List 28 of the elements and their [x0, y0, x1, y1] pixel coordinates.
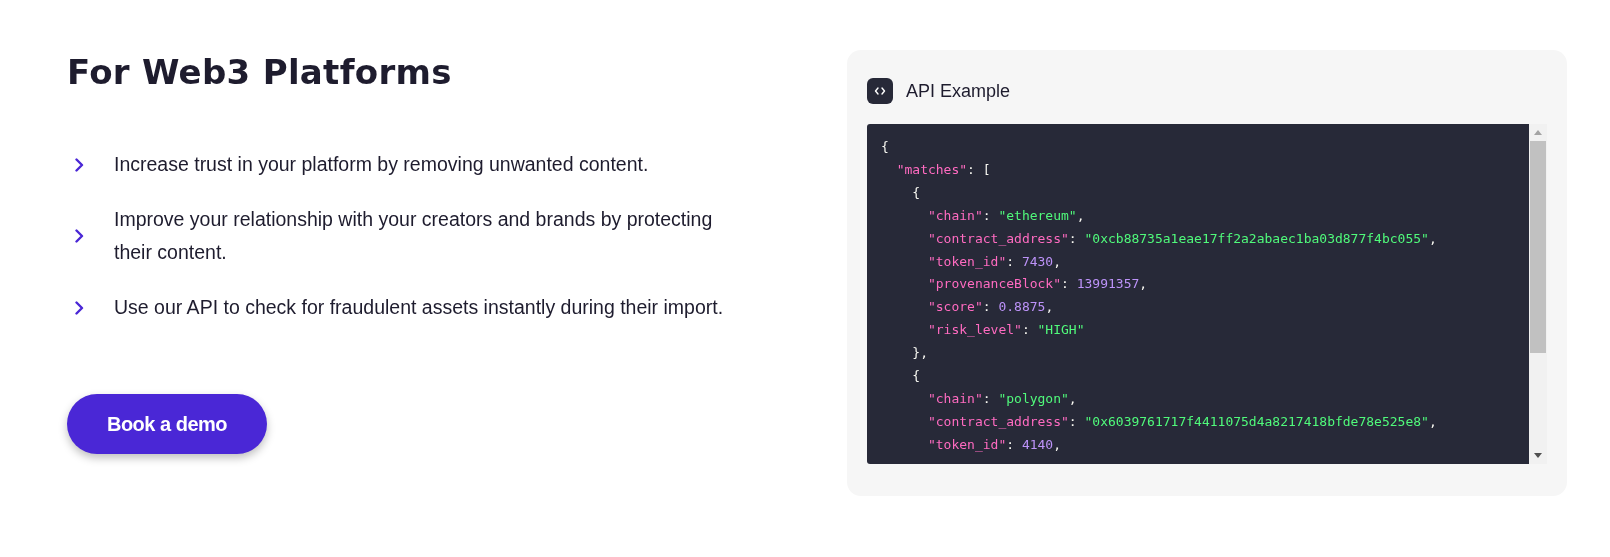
code-line: "contract_address": "0xcb88735a1eae17ff2a2abaec1ba03d877f4bc055",	[926, 229, 1437, 248]
scroll-down-arrow-icon[interactable]	[1534, 453, 1542, 458]
code-line: "token_id": 4140,	[926, 435, 1062, 454]
code-line: {	[881, 138, 889, 156]
code-icon	[867, 78, 893, 104]
code-line: "matches": [	[895, 160, 991, 179]
scrollbar[interactable]	[1529, 124, 1547, 464]
code-line: "token_id": 7430,	[926, 252, 1062, 271]
code-line: {	[911, 183, 921, 202]
panel-title: API Example	[906, 80, 1011, 102]
book-demo-button[interactable]: Book a demo	[67, 394, 267, 454]
code-line: },	[911, 344, 928, 363]
code-line: "score": 0.8875,	[926, 298, 1054, 317]
benefit-text: Use our API to check for fraudulent assets instantly during their import.	[114, 295, 725, 320]
chevron-icon	[75, 157, 84, 172]
code-line: "chain": "ethereum",	[926, 206, 1085, 225]
section-heading: For Web3 Platforms	[67, 51, 452, 94]
chevron-icon	[75, 300, 84, 315]
code-line: "risk_level": "HIGH"	[926, 321, 1085, 340]
scroll-up-arrow-icon[interactable]	[1534, 130, 1542, 135]
chevron-icon	[75, 229, 84, 243]
benefit-text: Increase trust in your platform by removing unwanted content.	[114, 152, 650, 177]
benefit-text: Improve your relationship with your creators and brands by protecting their content.	[114, 207, 714, 265]
code-line: "provenanceBlock": 13991357,	[926, 275, 1148, 294]
code-line: "contract_address": "0x6039761717f4411075d4a8217418bfde78e525e8",	[926, 412, 1437, 431]
code-line: "chain": "polygon",	[926, 389, 1077, 408]
code-line: {	[911, 367, 921, 386]
scrollbar-thumb[interactable]	[1530, 141, 1546, 353]
